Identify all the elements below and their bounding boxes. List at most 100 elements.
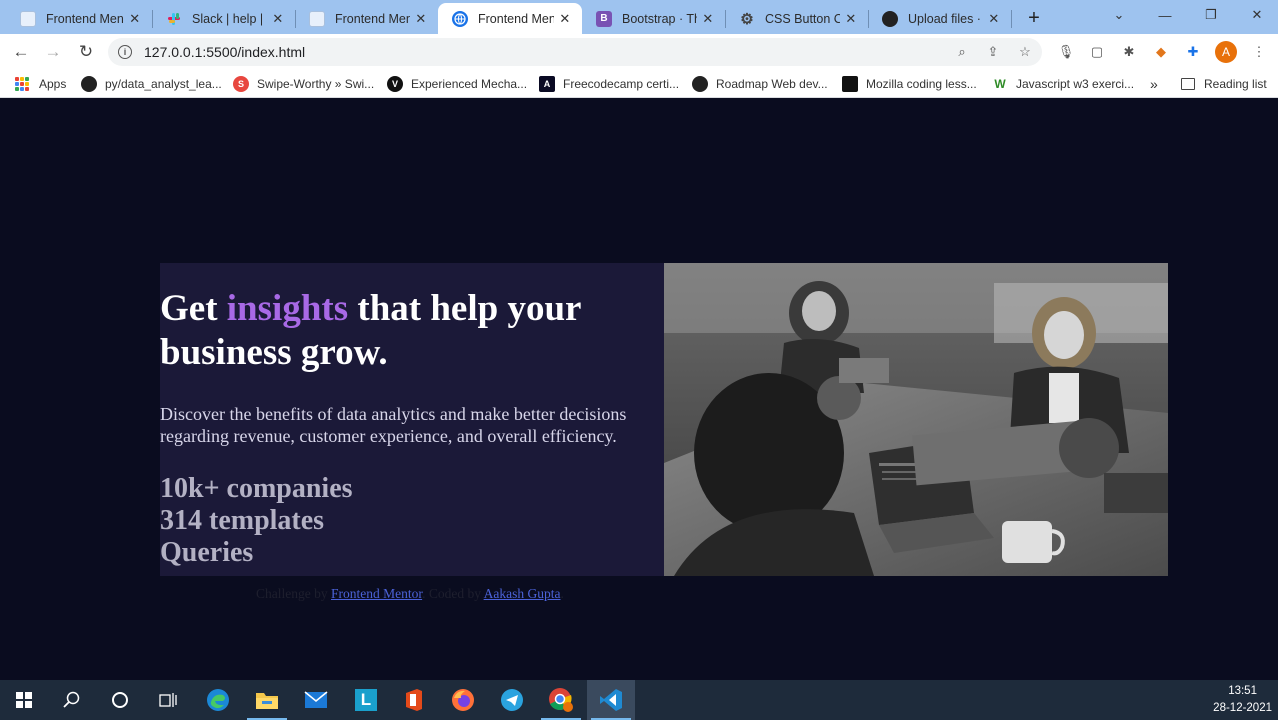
tab-strip: Frontend Ment ✕ Slack | help | Fr ✕ Fron… — [0, 0, 1278, 34]
new-tab-button[interactable]: + — [1022, 6, 1046, 30]
headline: Get insights that help your business gro… — [160, 287, 664, 375]
bookmark-freecodecamp[interactable]: A Freecodecamp certi... — [539, 75, 679, 93]
profile-avatar[interactable]: A — [1215, 41, 1237, 63]
bookmarks-overflow-button[interactable]: » — [1150, 75, 1158, 93]
extensions-puzzle-icon[interactable]: ✚ — [1184, 43, 1202, 61]
restore-button[interactable]: ❐ — [1188, 0, 1234, 30]
bookmark-label: Mozilla coding less... — [866, 77, 977, 91]
share-icon[interactable]: ⇪ — [985, 44, 1001, 60]
windows-start-icon[interactable] — [0, 680, 48, 720]
tab-css-button[interactable]: ⚙ CSS Button Cre ✕ — [725, 3, 868, 34]
site-info-icon[interactable]: i — [118, 45, 132, 59]
description: Discover the benefits of data analytics … — [160, 404, 627, 446]
bookmark-label: Swipe-Worthy » Swi... — [257, 77, 375, 91]
tab-title: Frontend Ment — [478, 11, 554, 26]
github-icon — [81, 76, 97, 92]
apps-grid-icon — [15, 77, 29, 91]
windows-taskbar: L 13:51 28-12-2021 — [0, 680, 1278, 720]
telegram-icon[interactable] — [488, 680, 536, 720]
reading-list-icon — [1181, 78, 1195, 90]
chrome-icon[interactable] — [537, 680, 585, 720]
zoom-icon[interactable]: ⌕ — [954, 44, 970, 60]
bookmark-label: Apps — [39, 77, 67, 91]
page-viewport: Get insights that help your business gro… — [0, 99, 1278, 680]
bookmark-label: Roadmap Web dev... — [716, 77, 828, 91]
stat-companies: 10k+ companies — [160, 473, 353, 504]
bookmark-javascript-w3[interactable]: W Javascript w3 exerci... — [992, 75, 1134, 93]
bootstrap-icon: B — [596, 10, 612, 27]
headline-start: Get — [160, 288, 227, 329]
tab-github-upload[interactable]: Upload files · A ✕ — [868, 3, 1011, 34]
menu-kebab-icon[interactable]: ⋮ — [1250, 43, 1268, 61]
swipe-icon: S — [233, 76, 249, 92]
bookmark-apps[interactable]: Apps — [15, 75, 66, 93]
tab-separator — [1011, 10, 1012, 28]
reload-button[interactable]: ↻ — [75, 41, 97, 63]
author-link[interactable]: Aakash Gupta — [484, 586, 561, 601]
bookmarks-bar: Apps py/data_analyst_lea... S Swipe-Wort… — [0, 70, 1278, 98]
metamask-icon[interactable]: ◆ — [1152, 43, 1170, 61]
tab-frontend-mentor-active[interactable]: Frontend Ment ✕ — [438, 3, 582, 34]
system-clock[interactable]: 13:51 28-12-2021 — [1213, 683, 1272, 717]
browser-toolbar: ← → ↻ i 127.0.0.1:5500/index.html ⌕ ⇪ ☆ … — [0, 34, 1278, 70]
search-icon[interactable] — [48, 680, 96, 720]
attribution-middle: . Coded by — [422, 586, 484, 601]
bookmark-data-analyst[interactable]: py/data_analyst_lea... — [81, 75, 222, 93]
l-app-glyph: L — [355, 689, 377, 711]
attribution-suffix: . — [560, 586, 564, 601]
bookmark-label: py/data_analyst_lea... — [105, 77, 222, 91]
close-tab-icon[interactable]: ✕ — [271, 11, 285, 27]
bug-extension-icon[interactable]: ✱ — [1120, 43, 1138, 61]
clock-date: 28-12-2021 — [1213, 702, 1272, 714]
frontend-mentor-link[interactable]: Frontend Mentor — [331, 586, 422, 601]
github-icon — [692, 76, 708, 92]
frontend-mentor-icon — [309, 10, 325, 27]
bookmark-label: Experienced Mecha... — [411, 77, 528, 91]
cortana-icon[interactable] — [96, 680, 144, 720]
stats-preview-card: Get insights that help your business gro… — [160, 263, 1168, 576]
extension-icon[interactable]: ▢ — [1088, 43, 1106, 61]
bookmark-swipe-worthy[interactable]: S Swipe-Worthy » Swi... — [233, 75, 374, 93]
reading-list-label: Reading list — [1204, 77, 1267, 91]
bookmark-experienced-mecha[interactable]: V Experienced Mecha... — [387, 75, 527, 93]
tab-title: Bootstrap · The — [622, 11, 697, 26]
gear-icon: ⚙ — [740, 10, 754, 28]
reading-list-button[interactable]: Reading list — [1181, 75, 1267, 93]
bookmark-label: Javascript w3 exerci... — [1016, 77, 1135, 91]
back-button[interactable]: ← — [10, 41, 32, 63]
tab-frontend-mentor-1[interactable]: Frontend Ment ✕ — [6, 3, 152, 34]
office-icon[interactable] — [390, 680, 438, 720]
bookmark-mozilla[interactable]: Mozilla coding less... — [842, 75, 977, 93]
mail-icon[interactable] — [292, 680, 340, 720]
tab-bootstrap[interactable]: B Bootstrap · The ✕ — [582, 3, 725, 34]
bookmark-roadmap[interactable]: Roadmap Web dev... — [692, 75, 828, 93]
l-app-icon[interactable]: L — [342, 680, 390, 720]
close-tab-icon[interactable]: ✕ — [127, 11, 142, 27]
vscode-icon[interactable] — [587, 680, 635, 720]
microphone-icon[interactable]: 🎙 — [1057, 43, 1075, 61]
url-text[interactable]: 127.0.0.1:5500/index.html — [144, 44, 305, 60]
headline-accent: insights — [226, 288, 349, 329]
file-explorer-icon[interactable] — [243, 680, 291, 720]
close-tab-icon[interactable]: ✕ — [844, 11, 858, 27]
bookmark-star-icon[interactable]: ☆ — [1017, 44, 1033, 60]
tab-title: Slack | help | Fr — [192, 11, 267, 26]
tab-title: Frontend Ment — [46, 11, 124, 26]
tab-title: CSS Button Cre — [765, 11, 840, 26]
close-tab-icon[interactable]: ✕ — [414, 11, 428, 27]
address-bar[interactable]: i 127.0.0.1:5500/index.html ⌕ ⇪ ☆ — [108, 38, 1042, 66]
mozilla-icon — [842, 76, 858, 92]
close-tab-icon[interactable]: ✕ — [558, 11, 572, 27]
tab-search-button[interactable]: ⌄ — [1096, 0, 1142, 30]
close-tab-icon[interactable]: ✕ — [701, 11, 715, 27]
tab-frontend-mentor-2[interactable]: Frontend Ment ✕ — [295, 3, 438, 34]
tab-title: Upload files · A — [908, 11, 983, 26]
edge-icon[interactable] — [194, 680, 242, 720]
forward-button[interactable]: → — [42, 41, 64, 63]
firefox-icon[interactable] — [439, 680, 487, 720]
close-window-button[interactable]: ✕ — [1234, 0, 1278, 30]
close-tab-icon[interactable]: ✕ — [987, 11, 1001, 27]
minimize-button[interactable]: — — [1142, 0, 1188, 30]
task-view-icon[interactable] — [144, 680, 192, 720]
tab-slack[interactable]: Slack | help | Fr ✕ — [152, 3, 295, 34]
